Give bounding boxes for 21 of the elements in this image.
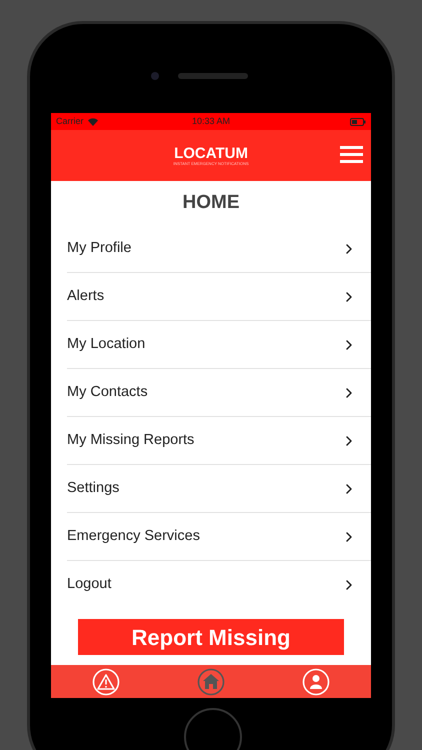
menu-item[interactable]: My Missing Reports [67, 417, 371, 465]
carrier-name: Carrier [56, 114, 84, 128]
app-logo: LOCATUM [174, 146, 248, 160]
wifi-icon [88, 118, 98, 126]
battery-icon [350, 118, 366, 126]
speaker [178, 73, 248, 79]
menu-item[interactable]: Alerts [67, 273, 371, 321]
menu-item[interactable]: Settings [67, 465, 371, 513]
menu-item[interactable]: My Contacts [67, 369, 371, 417]
status-time: 10:33 AM [190, 114, 232, 128]
page-title: HOME [182, 190, 240, 215]
person-icon[interactable] [302, 668, 330, 696]
camera [151, 72, 159, 80]
menu-item[interactable]: Emergency Services [67, 513, 371, 561]
warning-icon[interactable] [92, 668, 120, 696]
home-icon[interactable] [197, 668, 225, 696]
menu-item[interactable]: My Location [67, 321, 371, 369]
menu-item[interactable]: Logout [67, 561, 371, 609]
report-missing-button[interactable]: Report Missing [78, 619, 344, 655]
menu-icon[interactable] [340, 146, 363, 163]
menu-item[interactable]: My Profile [67, 225, 371, 273]
